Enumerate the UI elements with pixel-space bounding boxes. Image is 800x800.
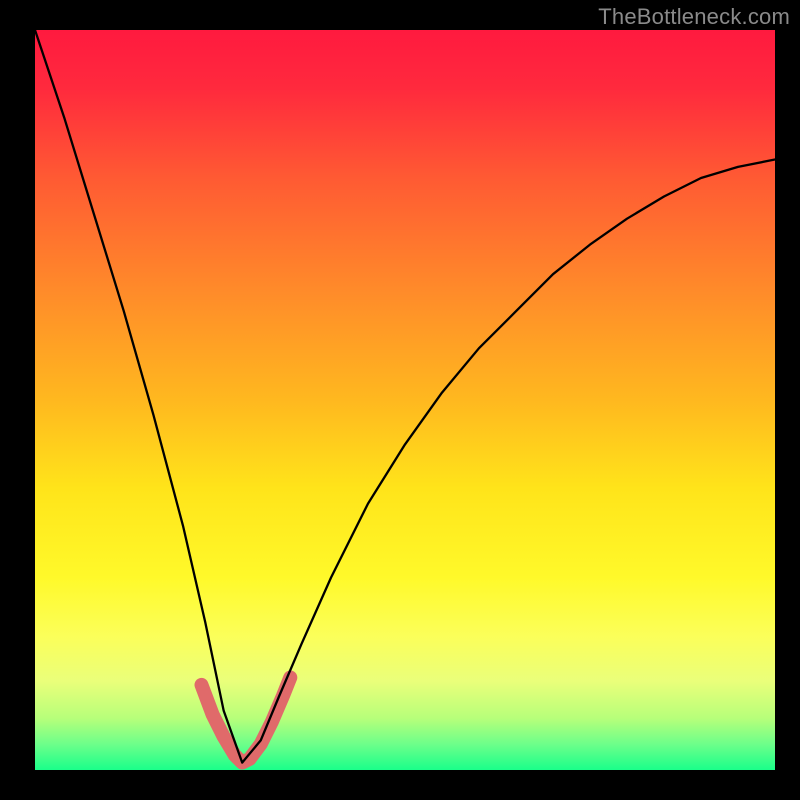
chart-frame: TheBottleneck.com [0, 0, 800, 800]
chart-plot [35, 30, 775, 770]
chart-svg [35, 30, 775, 770]
watermark-label: TheBottleneck.com [598, 4, 790, 30]
chart-background [35, 30, 775, 770]
